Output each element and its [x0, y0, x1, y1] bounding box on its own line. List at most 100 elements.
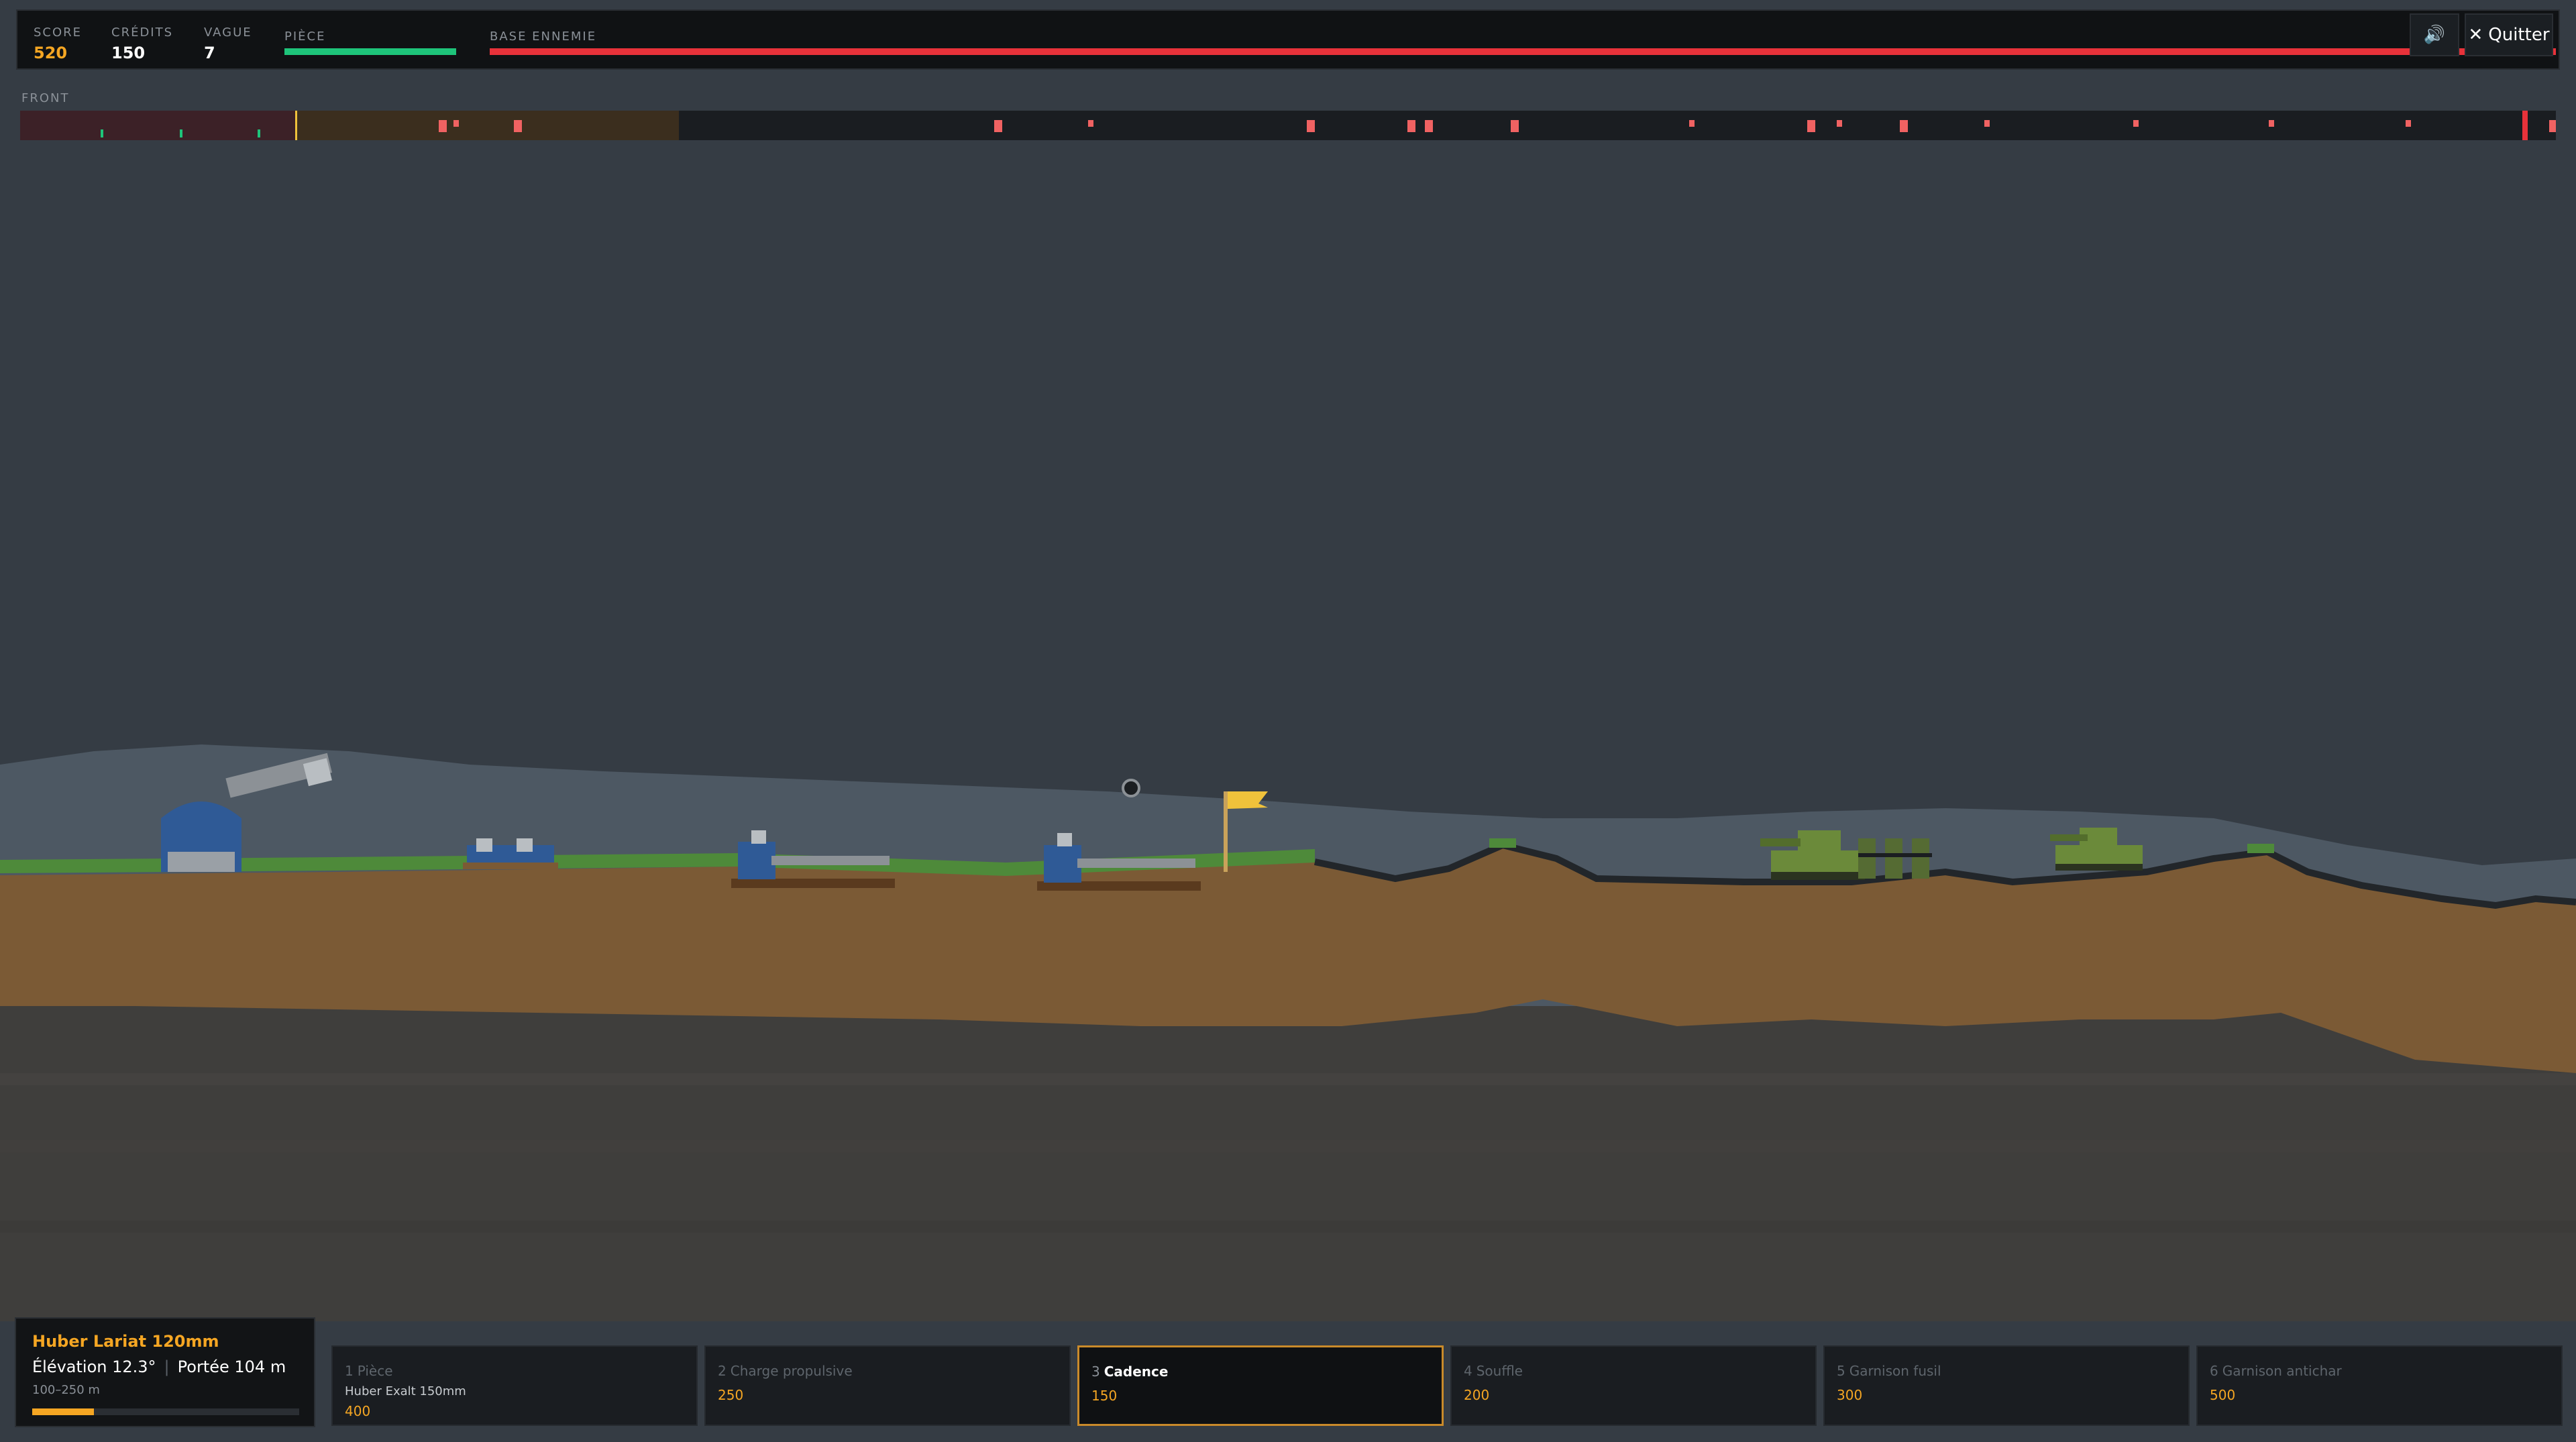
strata-line	[0, 1221, 2576, 1233]
credits-value: 150	[111, 44, 146, 62]
gun-stats: Élévation 12.3° | Portée 104 m	[32, 1357, 286, 1376]
shop-item-price: 250	[718, 1387, 744, 1403]
minimap-enemy-marker	[514, 120, 522, 132]
gun-reload-bar	[32, 1408, 299, 1415]
tank-gun	[1760, 838, 1801, 846]
tank-hull	[2055, 845, 2143, 867]
gun-platform	[731, 879, 895, 888]
enemy-soldier	[1858, 838, 1876, 879]
tank-tracks	[1771, 872, 1865, 880]
front-label: FRONT	[21, 91, 70, 105]
enemy-base-label: BASE ENNEMIE	[490, 30, 597, 44]
tank-hull	[1771, 850, 1865, 875]
shop-item-title: 3 Cadence	[1091, 1364, 1168, 1380]
selected-gun-panel: Huber Lariat 120mm Élévation 12.3° | Porté…	[15, 1317, 315, 1427]
shop-item-hotkey: 2	[718, 1363, 727, 1379]
shop-item-2[interactable]: 2 Charge propulsive 250	[704, 1345, 1071, 1426]
minimap-enemy-marker	[1900, 120, 1908, 132]
piece-health-bar	[284, 48, 456, 55]
shop-item-4[interactable]: 4 Souffle 200	[1450, 1345, 1817, 1426]
minimap-enemy-marker	[2549, 120, 2556, 132]
tank-tracks	[2055, 864, 2143, 871]
gunner	[751, 830, 766, 844]
shop-item-price: 200	[1464, 1387, 1490, 1403]
shop-item-label: Garnison fusil	[1849, 1363, 1941, 1379]
minimap-enemy-marker	[1425, 120, 1433, 132]
minimap-ally-marker	[258, 129, 260, 137]
top-hud: SCORE 520 CRÉDITS 150 VAGUE 7 PIÈCE BASE…	[16, 9, 2560, 70]
shop-item-price: 300	[1837, 1387, 1863, 1403]
gunner	[1057, 833, 1072, 846]
quit-button[interactable]: ✕ Quitter	[2465, 13, 2553, 56]
enemy-infantry-squad[interactable]	[1858, 838, 1932, 879]
shop-item-hotkey: 5	[1837, 1363, 1845, 1379]
minimap-enemy-marker	[994, 120, 1002, 132]
shop-item-hotkey: 6	[2210, 1363, 2218, 1379]
gun-barrel	[771, 856, 890, 865]
shop-item-6[interactable]: 6 Garnison antichar 500	[2196, 1345, 2563, 1426]
enemy-rifles	[1858, 853, 1932, 857]
minimap-enemy-base-marker	[2522, 111, 2528, 140]
wave-value: 7	[204, 44, 215, 62]
gun-shield	[1044, 845, 1081, 883]
front-friendly-zone	[20, 111, 295, 140]
shop-item-5[interactable]: 5 Garnison fusil 300	[1823, 1345, 2190, 1426]
minimap-enemy-marker	[2269, 120, 2274, 127]
minimap-enemy-marker	[1511, 120, 1519, 132]
bunker-soldier	[476, 838, 492, 852]
shop-item-label: Charge propulsive	[730, 1363, 853, 1379]
shop-item-subtitle: Huber Exalt 150mm	[345, 1384, 466, 1398]
minimap-enemy-marker	[439, 120, 447, 132]
shop-item-label: Garnison antichar	[2222, 1363, 2342, 1379]
minimap-enemy-marker	[1984, 120, 1990, 127]
score-stat: SCORE 520	[34, 25, 82, 62]
enemy-base-health-fill	[490, 48, 2556, 55]
gun-reload-fill	[32, 1408, 94, 1415]
enemy-base-health: BASE ENNEMIE	[490, 30, 596, 44]
flag-pole	[1224, 791, 1228, 872]
shop-item-label: Souffle	[1476, 1363, 1523, 1379]
piece-health: PIÈCE	[284, 30, 456, 44]
battlefield[interactable]	[0, 148, 2576, 1321]
shop-item-price: 500	[2210, 1387, 2236, 1403]
minimap-enemy-marker	[2133, 120, 2139, 127]
minimap-ally-marker	[101, 129, 103, 137]
tank-gun	[2050, 834, 2088, 841]
gun-range-limits: 100–250 m	[32, 1383, 100, 1397]
shop-item-title: 6 Garnison antichar	[2210, 1363, 2342, 1379]
shop-item-hotkey: 3	[1091, 1364, 1100, 1380]
gun-name: Huber Lariat 120mm	[32, 1332, 219, 1351]
front-line-marker	[295, 111, 297, 140]
minimap-enemy-marker	[1407, 120, 1415, 132]
gun-elevation: Élévation 12.3°	[32, 1357, 156, 1376]
gun-barrel	[1077, 858, 1195, 868]
credits-stat: CRÉDITS 150	[111, 25, 173, 62]
minimap-enemy-marker	[453, 120, 459, 127]
minimap-enemy-marker	[1837, 120, 1842, 127]
front-contested-zone	[295, 111, 679, 140]
bunker-soldier	[517, 838, 533, 852]
wave-stat: VAGUE 7	[204, 25, 252, 62]
gun-shield	[738, 842, 775, 879]
wave-label: VAGUE	[204, 25, 252, 40]
strata-line	[0, 1073, 2576, 1085]
front-minimap[interactable]	[20, 111, 2556, 140]
shop-item-1[interactable]: 1 Pièce Huber Exalt 150mm 400	[331, 1345, 698, 1426]
enemy-base-health-bar	[490, 48, 2556, 55]
gun-platform	[1037, 881, 1201, 891]
speaker-icon: 🔊	[2423, 25, 2446, 45]
strata-line	[0, 1140, 2576, 1152]
shop-item-price: 150	[1091, 1388, 1118, 1404]
shop-item-3[interactable]: 3 Cadence 150	[1077, 1345, 1444, 1426]
shop-item-hotkey: 4	[1464, 1363, 1472, 1379]
enemy-soldier	[1885, 838, 1902, 879]
shop-item-title: 1 Pièce	[345, 1363, 393, 1379]
shop-item-hotkey: 1	[345, 1363, 354, 1379]
shop-item-price: 400	[345, 1403, 371, 1419]
minimap-enemy-marker	[1088, 120, 1093, 127]
sound-toggle-button[interactable]: 🔊	[2410, 13, 2459, 56]
underground	[0, 1006, 2576, 1321]
shop-item-label: Cadence	[1104, 1364, 1169, 1380]
enemy-soldier	[1912, 838, 1929, 879]
score-value: 520	[34, 44, 68, 62]
